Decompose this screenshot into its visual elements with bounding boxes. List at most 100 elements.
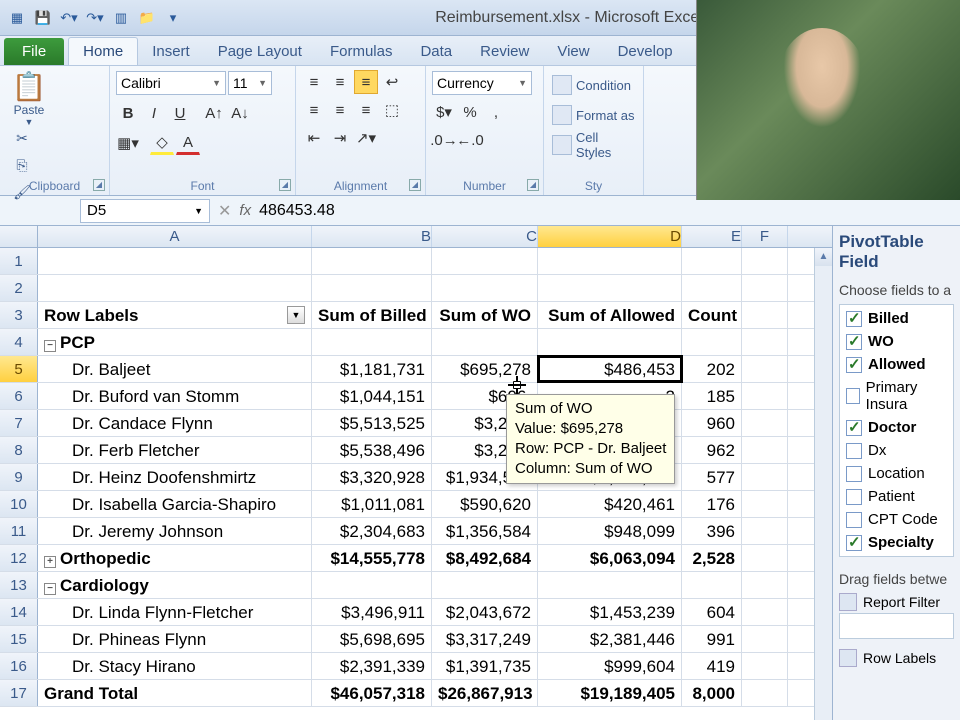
- merge-icon[interactable]: ⬚: [380, 98, 404, 122]
- cell[interactable]: $1,044,151: [312, 383, 432, 409]
- cell[interactable]: [432, 572, 538, 598]
- cell[interactable]: 185: [682, 383, 742, 409]
- expand-icon[interactable]: −: [44, 583, 56, 595]
- row-header[interactable]: 14: [0, 599, 38, 625]
- font-size-combo[interactable]: 11▼: [228, 71, 272, 95]
- qat-item-icon[interactable]: 📁: [136, 7, 158, 29]
- col-header[interactable]: F: [742, 226, 788, 247]
- formula-input[interactable]: [259, 202, 559, 220]
- increase-decimal-icon[interactable]: .0→: [432, 128, 456, 152]
- cell[interactable]: [742, 275, 788, 301]
- cell[interactable]: Dr. Ferb Fletcher: [38, 437, 312, 463]
- dialog-launcher-icon[interactable]: ◢: [409, 179, 421, 191]
- cell[interactable]: $695,278: [432, 356, 538, 382]
- row-header[interactable]: 7: [0, 410, 38, 436]
- worksheet[interactable]: A B C D E F 123Row Labels▼Sum of BilledS…: [0, 226, 832, 720]
- checkbox-icon[interactable]: [846, 311, 862, 327]
- cell[interactable]: [538, 572, 682, 598]
- cell[interactable]: −PCP: [38, 329, 312, 355]
- cell[interactable]: [742, 518, 788, 544]
- cell[interactable]: [742, 383, 788, 409]
- cell[interactable]: $1,391,735: [432, 653, 538, 679]
- cell[interactable]: 962: [682, 437, 742, 463]
- grow-font-icon[interactable]: A↑: [202, 101, 226, 125]
- cell[interactable]: 419: [682, 653, 742, 679]
- cell[interactable]: [312, 248, 432, 274]
- cell[interactable]: 960: [682, 410, 742, 436]
- cell[interactable]: $590,620: [432, 491, 538, 517]
- tab-home[interactable]: Home: [68, 37, 138, 65]
- cell[interactable]: $5,513,525: [312, 410, 432, 436]
- border-icon[interactable]: ▦▾: [116, 131, 140, 155]
- cell[interactable]: [312, 329, 432, 355]
- cell[interactable]: [742, 437, 788, 463]
- cell[interactable]: Dr. Stacy Hirano: [38, 653, 312, 679]
- copy-icon[interactable]: ⎘: [10, 157, 34, 181]
- dialog-launcher-icon[interactable]: ◢: [279, 179, 291, 191]
- expand-icon[interactable]: +: [44, 556, 56, 568]
- cell[interactable]: $6,063,094: [538, 545, 682, 571]
- cell[interactable]: [38, 248, 312, 274]
- tab-view[interactable]: View: [543, 38, 603, 65]
- tab-review[interactable]: Review: [466, 38, 543, 65]
- row-header[interactable]: 2: [0, 275, 38, 301]
- field-item[interactable]: Doctor: [842, 416, 951, 439]
- cell[interactable]: 396: [682, 518, 742, 544]
- field-item[interactable]: Allowed: [842, 353, 951, 376]
- scroll-up-icon[interactable]: ▲: [815, 248, 832, 266]
- indent-decrease-icon[interactable]: ⇤: [302, 126, 326, 150]
- cancel-icon[interactable]: ✕: [218, 201, 231, 221]
- cell[interactable]: [38, 275, 312, 301]
- cell[interactable]: Dr. Candace Flynn: [38, 410, 312, 436]
- cell[interactable]: $948,099: [538, 518, 682, 544]
- row-header[interactable]: 4: [0, 329, 38, 355]
- qat-item-icon[interactable]: ▥: [110, 7, 132, 29]
- row-header[interactable]: 17: [0, 680, 38, 706]
- drop-zone[interactable]: [839, 613, 954, 639]
- decrease-decimal-icon[interactable]: ←.0: [458, 128, 482, 152]
- qat-more-icon[interactable]: ▾: [162, 7, 184, 29]
- cell[interactable]: Dr. Phineas Flynn: [38, 626, 312, 652]
- checkbox-icon[interactable]: [846, 466, 862, 482]
- checkbox-icon[interactable]: [846, 420, 862, 436]
- row-header[interactable]: 13: [0, 572, 38, 598]
- conditional-formatting-button[interactable]: Condition: [552, 70, 637, 100]
- cell[interactable]: [312, 275, 432, 301]
- cell[interactable]: $19,189,405: [538, 680, 682, 706]
- shrink-font-icon[interactable]: A↓: [228, 101, 252, 125]
- cell[interactable]: [742, 491, 788, 517]
- align-left-icon[interactable]: ≡: [302, 98, 326, 122]
- cell[interactable]: [432, 248, 538, 274]
- format-as-table-button[interactable]: Format as: [552, 100, 637, 130]
- align-right-icon[interactable]: ≡: [354, 98, 378, 122]
- paste-button[interactable]: 📋 Paste ▼: [6, 70, 52, 127]
- field-item[interactable]: Location: [842, 462, 951, 485]
- cell[interactable]: [432, 329, 538, 355]
- cell[interactable]: $26,867,913: [432, 680, 538, 706]
- cell[interactable]: 577: [682, 464, 742, 490]
- cell[interactable]: 8,000: [682, 680, 742, 706]
- row-header[interactable]: 16: [0, 653, 38, 679]
- cell[interactable]: $3,317,249: [432, 626, 538, 652]
- cut-icon[interactable]: ✂: [10, 130, 34, 154]
- cell[interactable]: [742, 248, 788, 274]
- row-header[interactable]: 1: [0, 248, 38, 274]
- col-header[interactable]: B: [312, 226, 432, 247]
- save-icon[interactable]: 💾: [32, 7, 54, 29]
- cell[interactable]: [538, 275, 682, 301]
- cell[interactable]: $2,304,683: [312, 518, 432, 544]
- field-item[interactable]: Specialty: [842, 531, 951, 554]
- cell[interactable]: [742, 410, 788, 436]
- cell[interactable]: 2,528: [682, 545, 742, 571]
- align-center-icon[interactable]: ≡: [328, 98, 352, 122]
- tab-formulas[interactable]: Formulas: [316, 38, 407, 65]
- tab-data[interactable]: Data: [406, 38, 466, 65]
- cell[interactable]: [742, 302, 788, 328]
- expand-icon[interactable]: −: [44, 340, 56, 352]
- cell[interactable]: $999,604: [538, 653, 682, 679]
- cell[interactable]: [682, 248, 742, 274]
- cell[interactable]: $420,461: [538, 491, 682, 517]
- cell[interactable]: $3,320,928: [312, 464, 432, 490]
- row-header[interactable]: 3: [0, 302, 38, 328]
- tab-developer[interactable]: Develop: [604, 38, 687, 65]
